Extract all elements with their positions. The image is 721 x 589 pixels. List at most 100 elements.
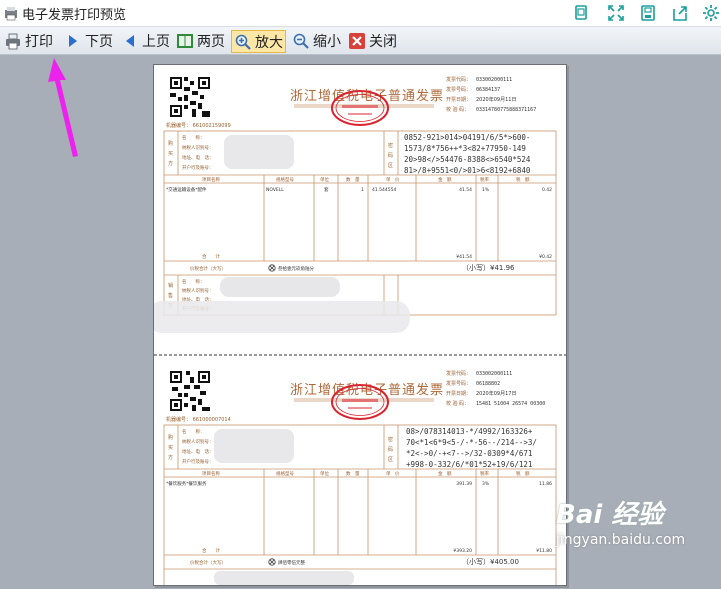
cipher-line: 0852-921>014>04191/6/5*>600- [404, 133, 530, 142]
cipher-line: 81>/8+9551<0/>01>6<8192+6840 [404, 166, 531, 175]
gear-icon [703, 5, 719, 21]
watermark-url: jingyan.baidu.com [556, 532, 686, 548]
total-words: 叁拾壹元玖角陆分 [278, 265, 314, 272]
preview-page[interactable]: 机器编号： 661002159099 浙江增值税电子普通发票 发票代码： 033… [148, 64, 567, 589]
redacted-buyer-info [214, 429, 294, 463]
title-bar: 电子发票打印预览 [0, 0, 721, 27]
invoice-code: 033002000111 [476, 77, 512, 83]
svg-text:销: 销 [168, 282, 173, 289]
buyer-tax-label: 纳税人识别号： [182, 438, 214, 445]
buyer-name-label: 名 称： [182, 428, 205, 435]
fullscreen-button[interactable] [606, 3, 626, 23]
col-header: 数 量 [346, 470, 360, 477]
item-name: *餐饮服务*餐饮服务 [166, 480, 207, 487]
cipher-line: 20>98</>54476-8388<>6540*524 [404, 155, 531, 164]
two-pages-button[interactable]: 两页 [176, 30, 225, 51]
invoice-code: 033002000111 [476, 371, 512, 377]
settings-button[interactable] [701, 3, 721, 23]
export-button[interactable] [670, 3, 690, 23]
buyer-bank-label: 开户行及账号： [182, 164, 214, 171]
code-label: 发票代码： [446, 76, 471, 83]
baidu-watermark: Bai 经验 jingyan.baidu.com [556, 494, 685, 548]
zoom-out-button[interactable]: 缩小 [292, 30, 341, 51]
next-page-button[interactable]: 下页 [64, 30, 113, 51]
cipher-line: *2<->0/-+<7-->/32-0309*4/671 [406, 449, 532, 458]
invoice-title: 浙江增值税电子普通发票 [290, 382, 444, 398]
prev-page-button[interactable]: 上页 [121, 30, 170, 51]
buyer-address-label: 地址、电 话： [182, 154, 214, 161]
total-small: （小写）¥41.96 [462, 263, 515, 272]
check-label: 校 验 码： [446, 400, 469, 407]
zoom-in-icon [235, 34, 251, 50]
invoice-date: 2020年09月11日 [476, 96, 516, 103]
invoice-date: 2020年09月17日 [476, 390, 516, 397]
check-label: 校 验 码： [446, 106, 469, 113]
col-header: 数 量 [346, 176, 360, 183]
item-amount: 391.39 [456, 481, 472, 487]
next-page-label: 下页 [85, 33, 113, 50]
item-qty: 1 [361, 187, 364, 193]
item-tax: 11.86 [539, 481, 552, 487]
svg-text:码: 码 [388, 152, 393, 159]
cipher-line: 70<*1<6*9<5-/-*-56--/214-->3/ [406, 438, 537, 447]
zoom-in-label: 放大 [255, 34, 283, 51]
svg-text:购: 购 [168, 140, 173, 147]
check-code: 03314780775888371167 [476, 107, 536, 113]
invoice-sheet: 机器编号： 661002159099 浙江增值税电子普通发票 发票代码： 033… [148, 76, 566, 589]
machine-number: 机器编号： 661000007014 [166, 416, 231, 423]
svg-text:方: 方 [168, 160, 173, 167]
item-name: *交通运输设备*配件 [166, 186, 207, 193]
window-title: 电子发票打印预览 [22, 8, 127, 23]
buyer-name-label: 名 称： [182, 134, 205, 141]
fullscreen-icon [608, 5, 624, 21]
item-spec: NOVELL [266, 187, 284, 193]
col-header: 项目名称 [202, 176, 220, 183]
close-button[interactable]: 关闭 [348, 30, 397, 51]
sum-label: 合 计 [202, 547, 220, 554]
svg-text:售: 售 [168, 292, 173, 299]
total-label: 价税合计（大写） [190, 559, 226, 566]
col-header: 规格型号 [276, 176, 294, 183]
zoom-out-label: 缩小 [313, 33, 341, 50]
two-pages-label: 两页 [197, 33, 225, 50]
col-header: 金 额 [438, 470, 452, 477]
zoom-out-icon [293, 33, 309, 49]
item-unit: 套 [324, 186, 329, 193]
restore-icon [575, 5, 587, 20]
zoom-in-button[interactable]: 放大 [231, 30, 286, 53]
restore-button[interactable] [571, 3, 591, 23]
prev-arrow-icon [126, 34, 134, 47]
machine-number: 机器编号： 661002159099 [166, 122, 231, 129]
cipher-line: 08>/078314013-*/4992/163326+ [406, 427, 533, 436]
item-price: 41.544554 [372, 187, 396, 193]
total-label: 价税合计（大写） [190, 265, 226, 272]
invoice-number: 06188802 [476, 381, 500, 387]
redacted-buyer-info [224, 135, 294, 169]
buyer-bank-label: 开户行及账号： [182, 458, 214, 465]
number-label: 发票号码： [446, 86, 471, 93]
date-label: 开票日期： [446, 97, 471, 103]
prev-page-label: 上页 [142, 33, 170, 50]
col-header: 税 额 [516, 176, 530, 183]
sum-amount: ¥393.20 [453, 548, 472, 554]
svg-text:密: 密 [388, 436, 393, 443]
invoice-title: 浙江增值税电子普通发票 [290, 88, 444, 104]
col-header: 项目名称 [202, 470, 220, 477]
cipher-line: 1573/8*756++*3<82+77950-149 [404, 144, 526, 153]
cipher-line: +998-0-332/6/*01*52+19/6/121 [406, 460, 532, 469]
buyer-tax-label: 纳税人识别号： [182, 144, 214, 151]
two-page-icon [177, 33, 193, 48]
col-header: 单 价 [386, 470, 400, 477]
next-arrow-icon [69, 34, 77, 47]
col-header: 税 额 [516, 470, 530, 477]
number-label: 发票号码： [446, 380, 471, 387]
sum-tax: ¥0.42 [539, 254, 552, 260]
svg-text:买: 买 [168, 444, 173, 451]
save-button[interactable] [638, 3, 658, 23]
col-header: 税率 [480, 176, 489, 183]
print-button[interactable]: 打印 [4, 30, 53, 51]
sum-amount: ¥41.54 [456, 254, 472, 260]
print-label: 打印 [25, 33, 53, 50]
col-header: 规格型号 [276, 470, 294, 477]
col-header: 单位 [320, 176, 329, 183]
